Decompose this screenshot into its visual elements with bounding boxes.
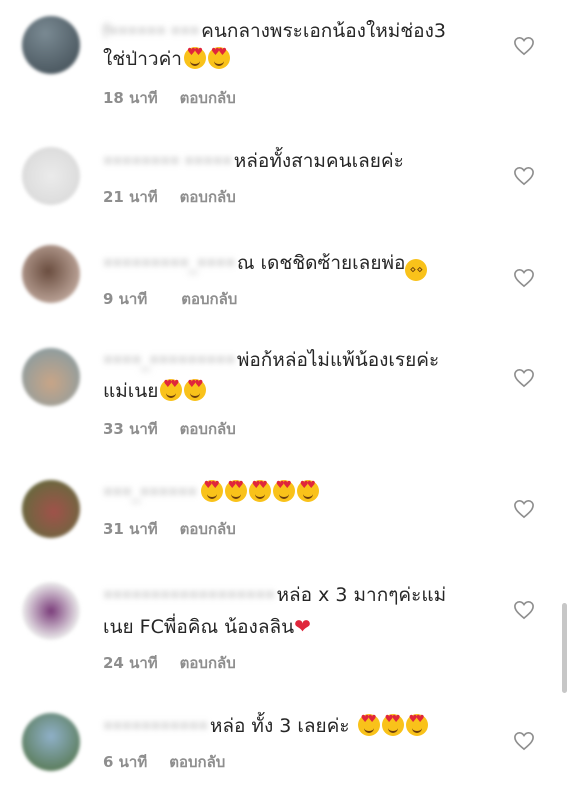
heart-eyes-emoji bbox=[248, 480, 271, 502]
comment-text-line2: เนย FCพี่อคิณ น้องลลิน❤ bbox=[103, 614, 311, 638]
heart-eyes-emoji bbox=[183, 47, 206, 69]
comment-text: •••••••••_•••• ณ เดชชิดซ้ายเลยพ่อ ⋄⋄ bbox=[103, 250, 428, 281]
comment-meta: 18 นาที ตอบกลับ bbox=[103, 86, 236, 110]
avatar[interactable] bbox=[22, 582, 80, 640]
comment-text: •••••••• ••••• หล่อทั้งสามคนเลยค่ะ bbox=[103, 148, 404, 176]
heart-eyes-emoji bbox=[405, 714, 428, 736]
comment-text: •••••••••••••••••• หล่อ x 3 มากๆค่ะแม่ bbox=[103, 582, 446, 610]
comment-meta: 33 นาที ตอบกลับ bbox=[103, 417, 236, 441]
comment-meta: 24 นาที ตอบกลับ bbox=[103, 651, 236, 675]
comment-text: •••_•••••• bbox=[103, 479, 319, 507]
heart-eyes-emoji bbox=[296, 480, 319, 502]
username[interactable]: •••_•••••• bbox=[103, 480, 197, 507]
laughing-emoji: ⋄⋄ bbox=[405, 259, 428, 281]
avatar[interactable] bbox=[22, 147, 80, 205]
comment-meta: 9 นาที ตอบกลับ bbox=[103, 287, 237, 311]
timestamp: 21 นาที bbox=[103, 188, 158, 206]
comment-meta: 6 นาที ตอบกลับ bbox=[103, 750, 225, 774]
red-heart-emoji: ❤ bbox=[294, 614, 311, 638]
timestamp: 6 นาที bbox=[103, 753, 148, 771]
username[interactable]: •••••••••••••••••• bbox=[103, 583, 275, 610]
avatar[interactable] bbox=[22, 245, 80, 303]
heart-eyes-emoji bbox=[224, 480, 247, 502]
heart-outline-icon[interactable] bbox=[513, 499, 535, 519]
comment-text: f•••••• ••• คนกลางพระเอกน้องใหม่ช่อง3 bbox=[103, 18, 446, 46]
heart-eyes-emoji bbox=[200, 480, 223, 502]
timestamp: 18 นาที bbox=[103, 89, 158, 107]
username[interactable]: •••••••••_•••• bbox=[103, 251, 235, 278]
avatar[interactable] bbox=[22, 713, 80, 771]
timestamp: 33 นาที bbox=[103, 420, 158, 438]
username[interactable]: f•••••• ••• bbox=[103, 19, 200, 46]
reply-button[interactable]: ตอบกลับ bbox=[180, 654, 236, 672]
comment-text-line2: แม่เนย bbox=[103, 378, 207, 405]
heart-outline-icon[interactable] bbox=[513, 36, 535, 56]
reply-button[interactable]: ตอบกลับ bbox=[180, 89, 236, 107]
reply-button[interactable]: ตอบกลับ bbox=[169, 753, 225, 771]
reply-button[interactable]: ตอบกลับ bbox=[181, 290, 237, 308]
avatar[interactable] bbox=[22, 348, 80, 406]
heart-eyes-emoji bbox=[357, 714, 380, 736]
heart-eyes-emoji bbox=[184, 379, 207, 401]
reply-button[interactable]: ตอบกลับ bbox=[180, 420, 236, 438]
username[interactable]: ••••••••••• bbox=[103, 714, 208, 741]
heart-outline-icon[interactable] bbox=[513, 731, 535, 751]
comment-meta: 31 นาที ตอบกลับ bbox=[103, 517, 236, 541]
timestamp: 31 นาที bbox=[103, 520, 158, 538]
comment-text: ••••_••••••••• พ่อก้หล่อไม่แพ้น้องเรยค่ะ bbox=[103, 347, 439, 375]
heart-outline-icon[interactable] bbox=[513, 166, 535, 186]
heart-eyes-emoji bbox=[272, 480, 295, 502]
heart-eyes-emoji bbox=[381, 714, 404, 736]
avatar[interactable] bbox=[22, 16, 80, 74]
scrollbar[interactable] bbox=[562, 603, 567, 693]
username[interactable]: ••••_••••••••• bbox=[103, 348, 235, 375]
comment-text-line2: ใช่ป่าวค่า bbox=[103, 46, 230, 73]
heart-outline-icon[interactable] bbox=[513, 268, 535, 288]
reply-button[interactable]: ตอบกลับ bbox=[180, 188, 236, 206]
timestamp: 24 นาที bbox=[103, 654, 158, 672]
heart-eyes-emoji bbox=[160, 379, 183, 401]
heart-outline-icon[interactable] bbox=[513, 368, 535, 388]
comment-text: ••••••••••• หล่อ ทั้ง 3 เลยค่ะ bbox=[103, 713, 428, 741]
reply-button[interactable]: ตอบกลับ bbox=[180, 520, 236, 538]
username[interactable]: •••••••• ••••• bbox=[103, 149, 232, 176]
comment-meta: 21 นาที ตอบกลับ bbox=[103, 185, 236, 209]
timestamp: 9 นาที bbox=[103, 290, 148, 308]
heart-eyes-emoji bbox=[207, 47, 230, 69]
avatar[interactable] bbox=[22, 480, 80, 538]
heart-outline-icon[interactable] bbox=[513, 600, 535, 620]
